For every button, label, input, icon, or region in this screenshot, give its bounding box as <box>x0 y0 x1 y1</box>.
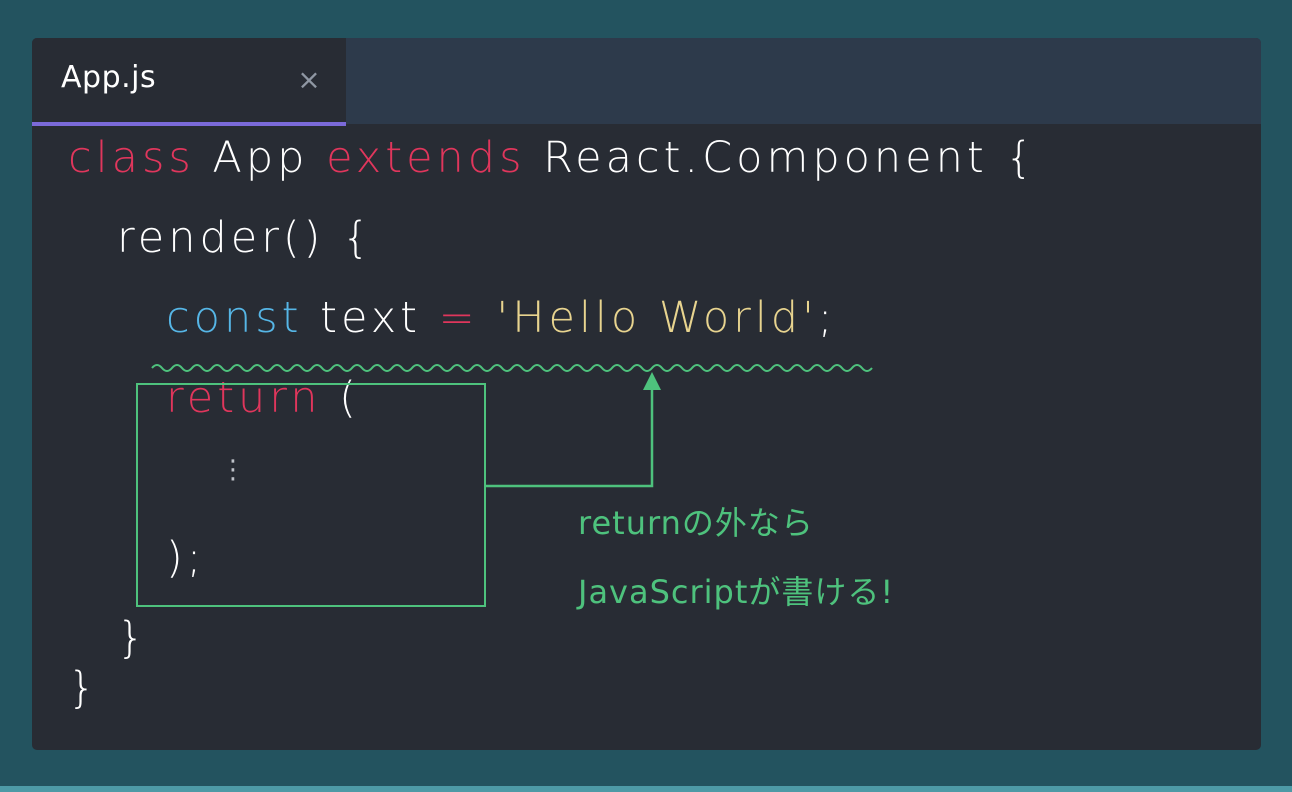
code-area[interactable]: class App extends React.Component { rend… <box>32 124 1261 750</box>
annotation-line-2: JavaScriptが書ける! <box>578 573 895 611</box>
connector-line <box>486 386 654 488</box>
annotation-graphics <box>151 364 873 488</box>
tab-app-js[interactable]: App.js × <box>32 38 346 126</box>
arrow-head-icon <box>643 372 661 390</box>
bottom-strip <box>0 786 1292 792</box>
wavy-underline <box>151 364 873 372</box>
tab-bar: App.js × <box>32 38 1261 126</box>
close-icon[interactable]: × <box>295 64 323 96</box>
editor-window: App.js × class App extends React.Compone… <box>32 38 1261 750</box>
tab-title: App.js <box>61 60 157 95</box>
annotation-line-1: returnの外なら <box>578 504 814 542</box>
